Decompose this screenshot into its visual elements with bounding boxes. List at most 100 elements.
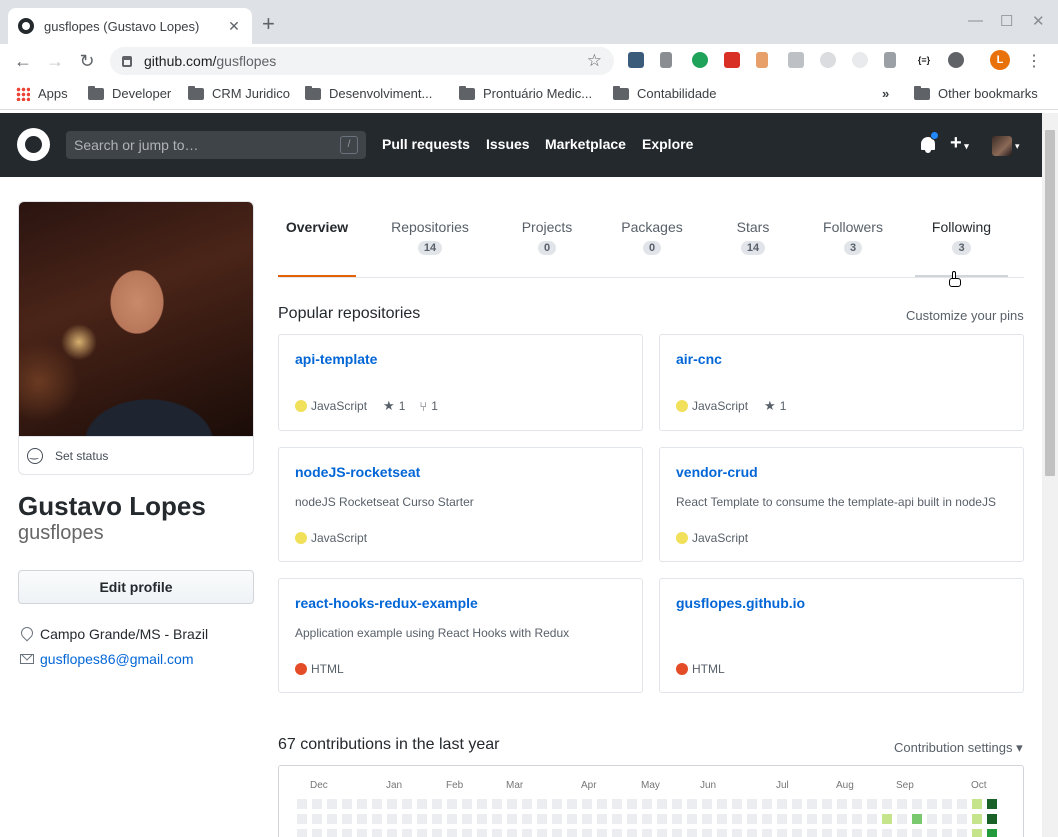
contribution-day-cell[interactable] — [732, 814, 742, 824]
contribution-day-cell[interactable] — [312, 814, 322, 824]
contribution-day-cell[interactable] — [492, 799, 502, 809]
extension-icon[interactable] — [788, 52, 804, 68]
tab-packages[interactable]: Packages 0 — [614, 201, 690, 277]
contribution-day-cell[interactable] — [852, 799, 862, 809]
contribution-day-cell[interactable] — [492, 814, 502, 824]
contribution-day-cell[interactable] — [582, 799, 592, 809]
contribution-day-cell[interactable] — [537, 799, 547, 809]
contribution-day-cell[interactable] — [702, 799, 712, 809]
contribution-day-cell[interactable] — [327, 799, 337, 809]
contribution-day-cell[interactable] — [447, 799, 457, 809]
contribution-day-cell[interactable] — [597, 829, 607, 837]
contribution-settings-dropdown[interactable]: Contribution settings ▾ — [894, 740, 1023, 756]
create-new-menu[interactable]: + ▾ — [950, 132, 969, 155]
forward-icon[interactable]: → — [44, 50, 66, 72]
contribution-day-cell[interactable] — [702, 814, 712, 824]
contribution-day-cell[interactable] — [897, 799, 907, 809]
browser-tab[interactable]: gusflopes (Gustavo Lopes) ✕ — [8, 8, 252, 44]
contribution-day-cell[interactable] — [657, 829, 667, 837]
contribution-day-cell[interactable] — [792, 799, 802, 809]
contribution-day-cell[interactable] — [942, 829, 952, 837]
contribution-day-cell[interactable] — [957, 799, 967, 809]
contribution-day-cell[interactable] — [867, 814, 877, 824]
contribution-day-cell[interactable] — [627, 829, 637, 837]
close-tab-icon[interactable]: ✕ — [226, 18, 242, 35]
contribution-day-cell[interactable] — [402, 829, 412, 837]
stars-link[interactable]: ★ 1 — [764, 398, 786, 414]
contribution-day-cell[interactable] — [762, 829, 772, 837]
contribution-day-cell[interactable] — [537, 829, 547, 837]
contribution-day-cell[interactable] — [717, 799, 727, 809]
contribution-day-cell[interactable] — [477, 829, 487, 837]
bookmark-folder[interactable]: Desenvolviment... — [305, 85, 432, 101]
contribution-day-cell[interactable] — [612, 829, 622, 837]
contribution-day-cell[interactable] — [387, 829, 397, 837]
tab-followers[interactable]: Followers 3 — [816, 201, 890, 277]
contribution-day-cell[interactable] — [942, 814, 952, 824]
maximize-icon[interactable]: ☐ — [1000, 12, 1013, 30]
contribution-day-cell[interactable] — [372, 799, 382, 809]
contribution-day-cell[interactable] — [972, 799, 982, 809]
extension-icon[interactable] — [820, 52, 836, 68]
extension-icon[interactable] — [692, 52, 708, 68]
contribution-day-cell[interactable] — [657, 799, 667, 809]
contribution-day-cell[interactable] — [822, 829, 832, 837]
bookmark-folder[interactable]: Prontuário Medic... — [459, 85, 592, 101]
contribution-day-cell[interactable] — [432, 829, 442, 837]
extension-icon[interactable] — [756, 52, 768, 68]
forks-link[interactable]: ⑂ 1 — [419, 399, 438, 414]
repo-name-link[interactable]: gusflopes.github.io — [676, 595, 1007, 611]
contribution-day-cell[interactable] — [642, 829, 652, 837]
contribution-day-cell[interactable] — [417, 814, 427, 824]
contribution-day-cell[interactable] — [477, 814, 487, 824]
contribution-day-cell[interactable] — [417, 829, 427, 837]
contribution-day-cell[interactable] — [942, 799, 952, 809]
back-icon[interactable]: ← — [12, 50, 34, 72]
contribution-day-cell[interactable] — [477, 799, 487, 809]
reload-icon[interactable]: ↻ — [76, 50, 98, 72]
contribution-day-cell[interactable] — [567, 799, 577, 809]
bookmark-folder[interactable]: Developer — [88, 85, 171, 101]
contribution-day-cell[interactable] — [897, 829, 907, 837]
contribution-day-cell[interactable] — [297, 829, 307, 837]
repo-name-link[interactable]: react-hooks-redux-example — [295, 595, 626, 611]
tab-following[interactable]: Following 3 — [915, 201, 1008, 277]
contribution-day-cell[interactable] — [612, 814, 622, 824]
contribution-day-cell[interactable] — [987, 829, 997, 837]
contribution-day-cell[interactable] — [327, 829, 337, 837]
bookmark-apps[interactable]: Apps — [16, 86, 68, 101]
extension-icon[interactable] — [628, 52, 644, 68]
contribution-day-cell[interactable] — [642, 814, 652, 824]
contribution-day-cell[interactable] — [462, 799, 472, 809]
contribution-day-cell[interactable] — [627, 799, 637, 809]
contribution-day-cell[interactable] — [567, 814, 577, 824]
chrome-menu-icon[interactable]: ⋮ — [1026, 51, 1042, 71]
contribution-day-cell[interactable] — [912, 799, 922, 809]
contribution-day-cell[interactable] — [552, 829, 562, 837]
contribution-day-cell[interactable] — [432, 799, 442, 809]
contribution-day-cell[interactable] — [537, 814, 547, 824]
contribution-day-cell[interactable] — [867, 829, 877, 837]
contribution-day-cell[interactable] — [927, 814, 937, 824]
json-extension-icon[interactable]: {≡} — [916, 52, 932, 68]
contribution-day-cell[interactable] — [882, 814, 892, 824]
chrome-profile-avatar[interactable]: L — [990, 50, 1010, 70]
contribution-day-cell[interactable] — [717, 829, 727, 837]
github-logo-icon[interactable] — [17, 128, 50, 161]
caret-down-icon[interactable]: ▾ — [1015, 141, 1020, 152]
contribution-day-cell[interactable] — [462, 814, 472, 824]
search-box[interactable]: / — [66, 131, 366, 159]
repo-name-link[interactable]: air-cnc — [676, 351, 1007, 367]
contribution-day-cell[interactable] — [762, 814, 772, 824]
contribution-day-cell[interactable] — [492, 829, 502, 837]
contribution-day-cell[interactable] — [822, 799, 832, 809]
contribution-day-cell[interactable] — [912, 814, 922, 824]
contribution-day-cell[interactable] — [807, 829, 817, 837]
repo-name-link[interactable]: nodeJS-rocketseat — [295, 464, 626, 480]
customize-pins-link[interactable]: Customize your pins — [906, 308, 1024, 323]
contribution-day-cell[interactable] — [672, 814, 682, 824]
contribution-day-cell[interactable] — [402, 799, 412, 809]
contribution-day-cell[interactable] — [597, 814, 607, 824]
bookmark-folder[interactable]: Contabilidade — [613, 85, 717, 101]
contribution-day-cell[interactable] — [852, 829, 862, 837]
